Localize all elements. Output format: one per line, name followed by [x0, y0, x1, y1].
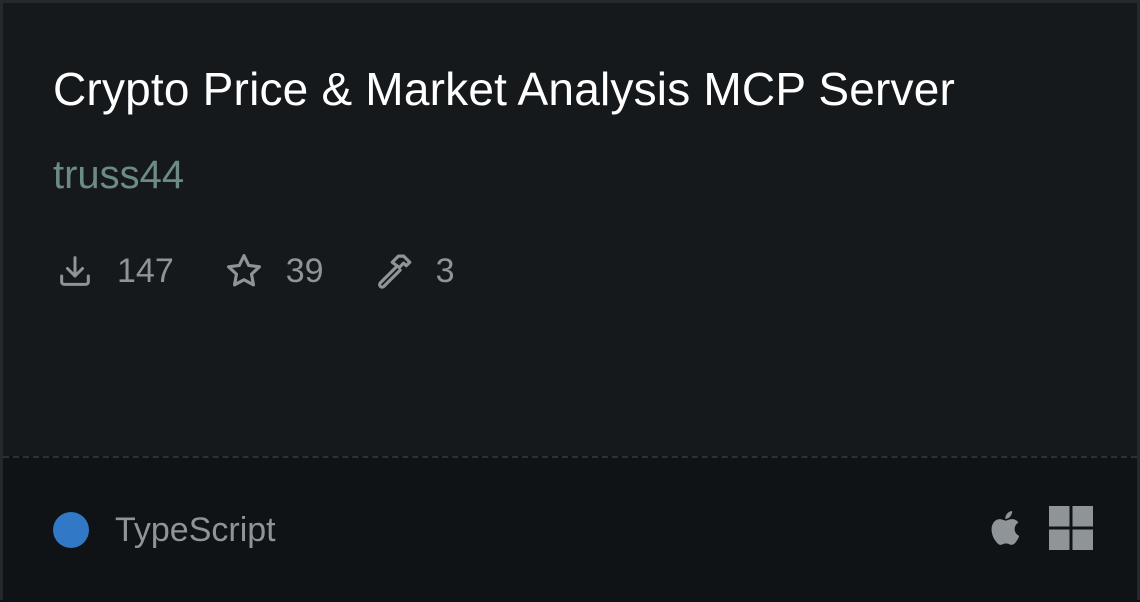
stats-row: 147 39 3: [53, 247, 502, 295]
downloads-count: 147: [117, 252, 174, 290]
windows-icon: [1049, 506, 1093, 550]
stars-count: 39: [285, 252, 324, 290]
tools-count: 3: [435, 252, 455, 290]
language-label: TypeScript: [115, 511, 276, 549]
author-name[interactable]: truss44: [53, 151, 184, 199]
platform-icons: [965, 506, 1093, 550]
language-color-dot: [53, 512, 89, 548]
download-icon: [53, 249, 97, 293]
card-footer: TypeScript: [3, 456, 1137, 602]
server-title[interactable]: Crypto Price & Market Analysis MCP Serve…: [53, 61, 955, 117]
stars-stat: 39: [222, 249, 324, 293]
hammer-icon: [372, 249, 416, 293]
star-icon: [222, 249, 266, 293]
language-badge: TypeScript: [53, 508, 276, 552]
tools-stat: 3: [372, 249, 455, 293]
server-card[interactable]: Crypto Price & Market Analysis MCP Serve…: [0, 0, 1140, 602]
apple-icon: [987, 506, 1027, 550]
downloads-stat: 147: [53, 249, 174, 293]
